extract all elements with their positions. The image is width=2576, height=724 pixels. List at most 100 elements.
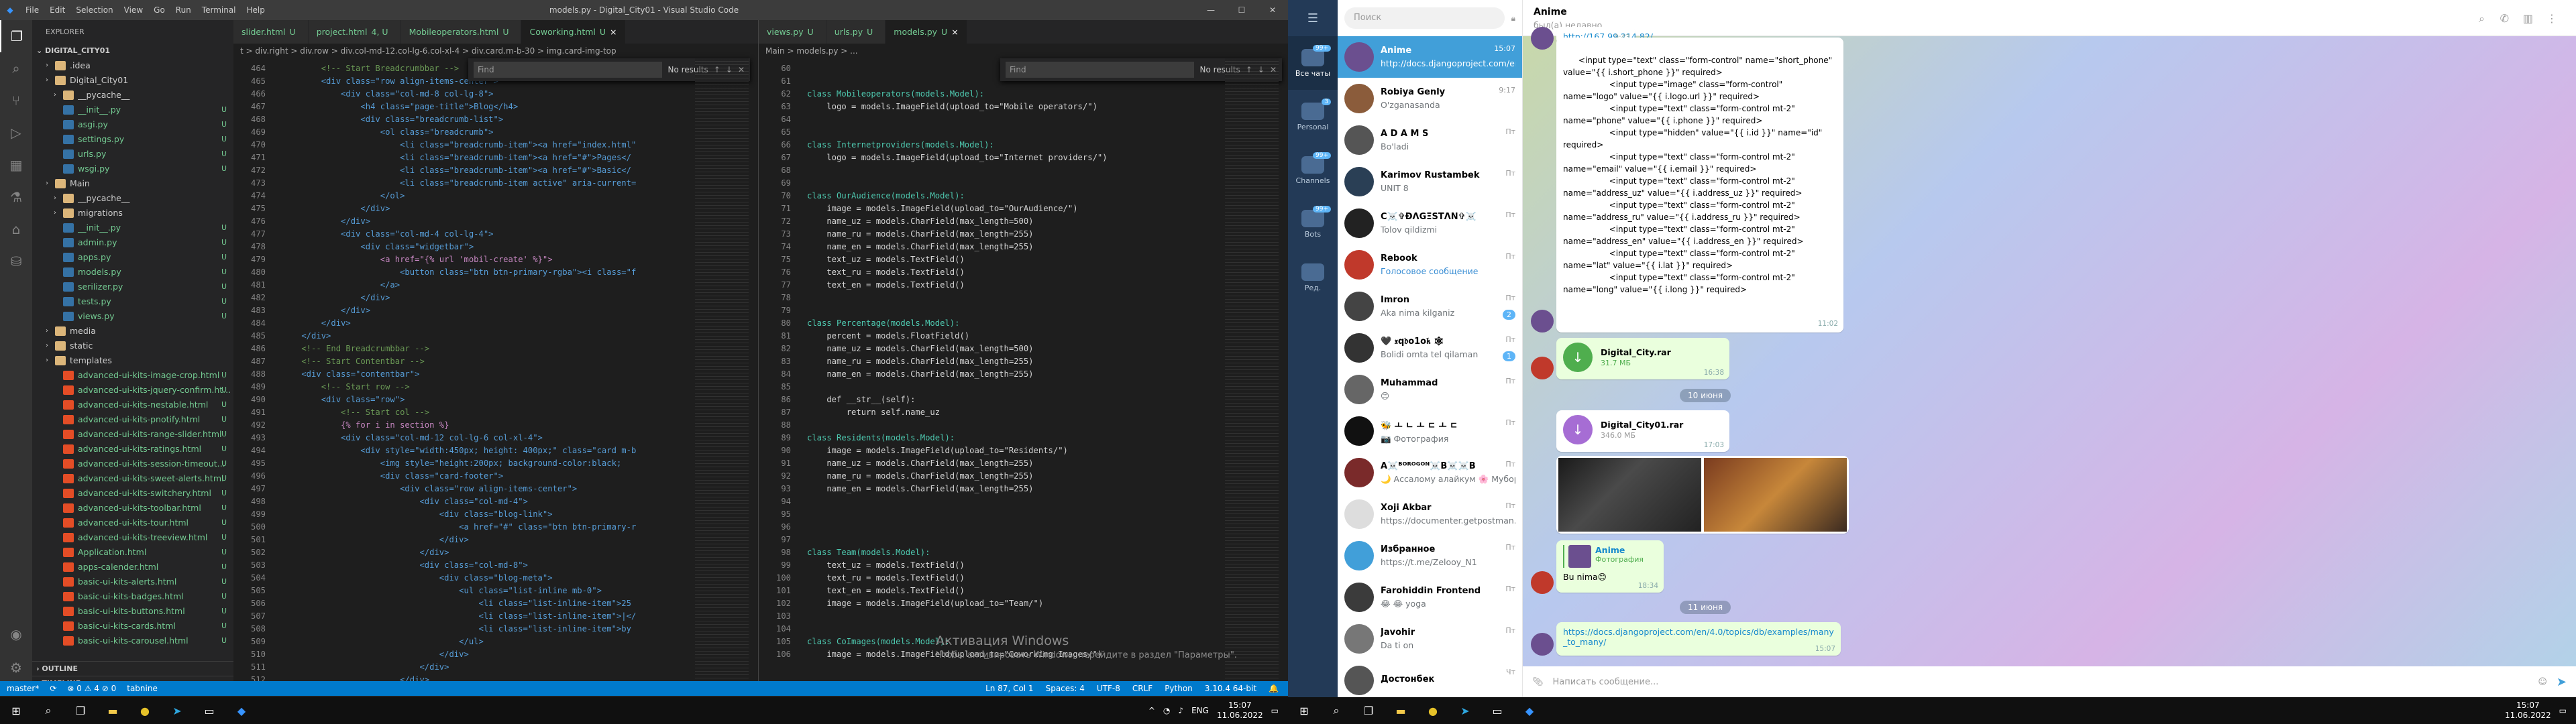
- code-line[interactable]: return self.name_uz: [807, 408, 940, 417]
- tree-item[interactable]: tests.py U: [32, 294, 233, 309]
- vscode-taskbar-icon[interactable]: ◆: [1513, 697, 1546, 724]
- code-line[interactable]: <div class="contentbar">: [282, 369, 419, 379]
- code-line[interactable]: def __str__(self):: [807, 395, 915, 404]
- code-line[interactable]: <div class="blog-link">: [282, 509, 553, 519]
- indentation[interactable]: Spaces: 4: [1046, 684, 1085, 693]
- code-line[interactable]: </ul>: [282, 637, 484, 646]
- telegram-icon[interactable]: ➤: [1449, 697, 1481, 724]
- tabnine-indicator[interactable]: tabnine: [127, 684, 158, 693]
- code-line[interactable]: </ol>: [282, 191, 405, 200]
- chrome-icon[interactable]: ●: [1417, 697, 1449, 724]
- chat-item[interactable]: C☠️✞ÐΛGΞSTΛN✞☠️ Tolov qildizmi Пт: [1338, 202, 1522, 244]
- source-control-icon[interactable]: ⑂: [0, 84, 32, 117]
- tree-item[interactable]: advanced-ui-kits-tour.html U: [32, 516, 233, 530]
- tree-item[interactable]: settings.py U: [32, 132, 233, 147]
- chat-item[interactable]: Избранное https://t.me/Zelooy_N1 Пт: [1338, 535, 1522, 577]
- code-line[interactable]: <button class="btn btn-primary-rgba"><i …: [282, 267, 636, 277]
- code-line[interactable]: image = models.ImageField(upload_to="Res…: [807, 446, 1068, 455]
- download-icon[interactable]: ↓: [1563, 415, 1593, 444]
- menu-item[interactable]: Go: [148, 5, 170, 15]
- folder-tab[interactable]: 3 Personal: [1288, 90, 1338, 143]
- code-line[interactable]: name_en = models.CharField(max_length=25…: [807, 484, 1033, 493]
- code-line[interactable]: image = models.ImageField(upload_to="Our…: [807, 204, 1077, 213]
- tree-item[interactable]: › __pycache__: [32, 191, 233, 206]
- chat-item[interactable]: A D A M S Bo'ladi Пт: [1338, 119, 1522, 161]
- avatar[interactable]: [1531, 633, 1554, 656]
- search-icon[interactable]: ⌕: [32, 697, 64, 724]
- code-line[interactable]: name_ru = models.CharField(max_length=25…: [807, 229, 1033, 239]
- tree-item[interactable]: advanced-ui-kits-pnotify.html U: [32, 412, 233, 427]
- code-line[interactable]: class CoImages(models.Model):: [807, 637, 950, 646]
- breadcrumb[interactable]: t > div.right > div.row > div.col-md-12.…: [233, 44, 758, 58]
- workspace-root[interactable]: ⌄ DIGITAL_CITY01: [32, 44, 233, 58]
- tab-close-icon[interactable]: ×: [610, 27, 616, 37]
- tree-item[interactable]: › Digital_City01: [32, 73, 233, 88]
- avatar[interactable]: [1531, 571, 1554, 594]
- message-photos[interactable]: [1556, 456, 1849, 534]
- network-icon[interactable]: ◔: [1163, 706, 1170, 715]
- search-icon[interactable]: ⌕: [2479, 12, 2485, 25]
- database-icon[interactable]: ⛁: [0, 245, 32, 278]
- tree-item[interactable]: basic-ui-kits-badges.html U: [32, 589, 233, 604]
- minimap[interactable]: [1225, 58, 1279, 688]
- tree-item[interactable]: › Main: [32, 176, 233, 191]
- code-line[interactable]: <a href="{% url 'mobil-create' %}">: [282, 255, 553, 264]
- code-line[interactable]: </div>: [282, 650, 469, 659]
- tree-item[interactable]: models.py U: [32, 265, 233, 280]
- code-line[interactable]: class OurAudience(models.Model):: [807, 191, 965, 200]
- tree-item[interactable]: apps-calender.html U: [32, 560, 233, 575]
- chat-item[interactable]: Karimov Rustambek UNIT 8 Пт: [1338, 161, 1522, 202]
- tree-item[interactable]: advanced-ui-kits-sweet-alerts.html U: [32, 471, 233, 486]
- task-view-icon[interactable]: ❐: [64, 697, 97, 724]
- sidebar-toggle-icon[interactable]: ▥: [2523, 12, 2533, 25]
- code-line[interactable]: class Residents(models.Model):: [807, 433, 955, 442]
- code-line[interactable]: <div class="row align-items-center">: [282, 76, 498, 86]
- notification-center-icon[interactable]: ▭: [1271, 706, 1279, 715]
- tree-item[interactable]: advanced-ui-kits-range-slider.html U: [32, 427, 233, 442]
- code-line[interactable]: <li class="breadcrumb-item"><a href="ind…: [282, 140, 636, 149]
- code-line[interactable]: name_uz = models.CharField(max_length=50…: [807, 344, 1033, 353]
- code-line[interactable]: </div>: [282, 662, 449, 672]
- telegram-icon[interactable]: ➤: [161, 697, 193, 724]
- folder-tab[interactable]: Ред.: [1288, 251, 1338, 304]
- windows-start-icon[interactable]: ⊞: [0, 697, 32, 724]
- code-line[interactable]: <div class="col-md-8 col-lg-8">: [282, 89, 493, 99]
- code-line[interactable]: logo = models.ImageField(upload_to="Inte…: [807, 153, 1107, 162]
- tree-item[interactable]: views.py U: [32, 309, 233, 324]
- menu-item[interactable]: Help: [241, 5, 270, 15]
- encoding[interactable]: UTF-8: [1097, 684, 1120, 693]
- lock-icon[interactable]: 🔒︎: [1511, 13, 1515, 23]
- remote-icon[interactable]: ⌂: [0, 213, 32, 245]
- code-line[interactable]: text_en = models.TextField(): [807, 586, 964, 595]
- chat-item[interactable]: Robiya Genly O'zganasanda 9:17: [1338, 78, 1522, 119]
- message-file-2[interactable]: ↓ Digital_City01.rar 346.0 МБ 17:03: [1556, 410, 1729, 452]
- tray-chevron-icon[interactable]: ^: [1148, 706, 1155, 715]
- tree-item[interactable]: serilizer.py U: [32, 280, 233, 294]
- code-line[interactable]: <div class="blog-meta">: [282, 573, 553, 583]
- code-line[interactable]: class Percentage(models.Model):: [807, 318, 959, 328]
- chat-item[interactable]: Javohir Da ti on Пт: [1338, 618, 1522, 660]
- tree-item[interactable]: advanced-ui-kits-toolbar.html U: [32, 501, 233, 516]
- notifications-icon[interactable]: 🔔: [1269, 684, 1279, 693]
- clock[interactable]: 15:07 11.06.2022: [1217, 701, 1263, 721]
- tree-item[interactable]: admin.py U: [32, 235, 233, 250]
- explorer-icon[interactable]: ❐: [0, 20, 32, 52]
- file-explorer-icon[interactable]: ▬: [97, 697, 129, 724]
- run-debug-icon[interactable]: ▷: [0, 117, 32, 149]
- testing-icon[interactable]: ⚗: [0, 181, 32, 213]
- editor-tab[interactable]: slider.html U: [233, 20, 309, 44]
- code-line[interactable]: <div class="col-md-12 col-lg-6 col-xl-4"…: [282, 433, 543, 442]
- code-line[interactable]: <!-- Start row -->: [282, 382, 410, 391]
- code-line[interactable]: </div>: [282, 306, 370, 315]
- tree-item[interactable]: › templates: [32, 353, 233, 368]
- code-line[interactable]: <div class="card-footer">: [282, 471, 503, 481]
- maximize-icon[interactable]: ☐: [1226, 0, 1257, 20]
- line-ending[interactable]: CRLF: [1132, 684, 1152, 693]
- code-line[interactable]: text_en = models.TextField(): [807, 280, 964, 290]
- chat-item[interactable]: 🖤 𝔵q𝔡o1o𝔨 🕸 Bolidi omta tel qilaman Пт 1: [1338, 327, 1522, 369]
- tree-item[interactable]: asgi.py U: [32, 117, 233, 132]
- chat-item[interactable]: Muhammad 😊 Пт: [1338, 369, 1522, 410]
- notification-center-icon[interactable]: ▭: [2559, 706, 2567, 715]
- tree-item[interactable]: › media: [32, 324, 233, 339]
- code-line[interactable]: </div>: [282, 535, 469, 544]
